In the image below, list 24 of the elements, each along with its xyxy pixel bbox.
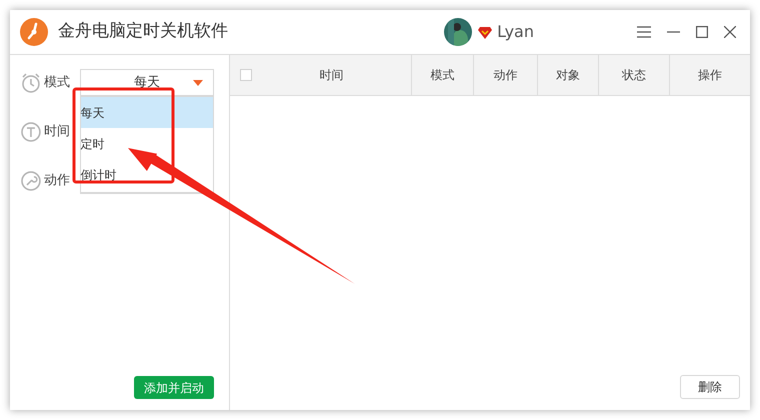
column-header: 动作: [492, 67, 518, 84]
menu-icon[interactable]: [637, 26, 651, 38]
field-label: 动作: [44, 172, 71, 190]
dropdown-option[interactable]: 每天: [80, 97, 213, 128]
column-header: 状态: [621, 67, 647, 84]
delete-button[interactable]: 删除: [680, 375, 740, 399]
logo-icon: [20, 18, 48, 46]
user-name: Lyan: [497, 21, 534, 43]
wrench-icon: [20, 170, 42, 192]
alarm-clock-icon: [20, 72, 42, 94]
field-label: 模式: [44, 74, 71, 92]
maximize-icon[interactable]: [696, 26, 708, 38]
diamond-badge-icon: [478, 26, 492, 38]
caret-icon: [193, 80, 203, 86]
minimize-icon[interactable]: [667, 31, 680, 33]
column-header: 操作: [697, 67, 723, 84]
column-header: 时间: [318, 67, 344, 84]
column-header: 模式: [430, 67, 456, 84]
close-icon[interactable]: [724, 26, 736, 38]
window-title: 金舟电脑定时关机软件: [58, 20, 228, 44]
timer-icon: [20, 120, 42, 142]
select-all-checkbox[interactable]: [240, 69, 252, 81]
column-header: 对象: [555, 67, 581, 84]
field-label: 时间: [44, 122, 71, 141]
